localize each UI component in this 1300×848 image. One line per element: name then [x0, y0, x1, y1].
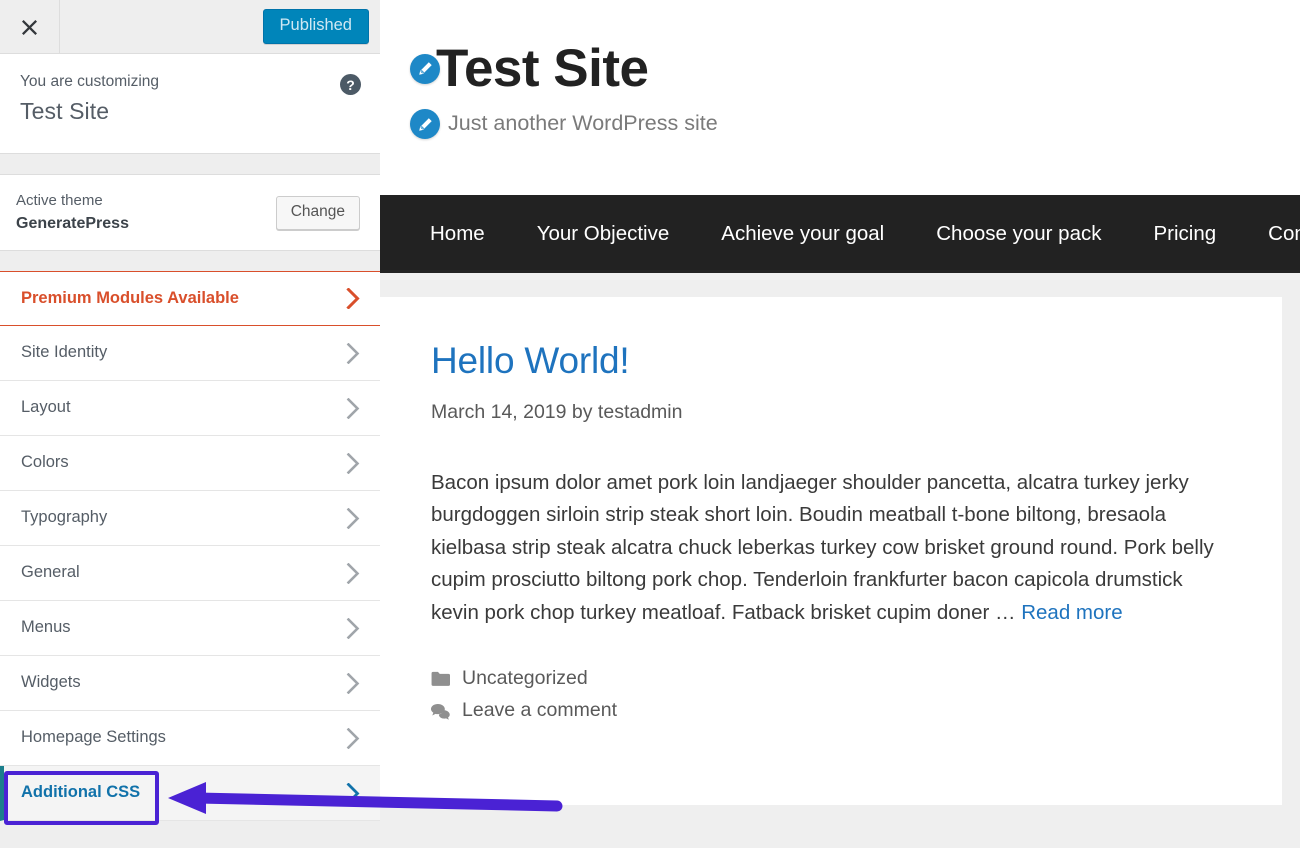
post-comment-link[interactable]: Leave a comment	[462, 699, 617, 722]
post-category-line: Uncategorized	[431, 667, 1230, 690]
sidebar-item-typography[interactable]: Typography	[0, 491, 380, 546]
sidebar-item-homepage-settings[interactable]: Homepage Settings	[0, 711, 380, 766]
active-theme-label: Active theme	[16, 190, 276, 212]
active-theme-name: GeneratePress	[16, 212, 276, 235]
active-theme-text: Active theme GeneratePress	[16, 190, 276, 235]
chevron-right-icon	[342, 673, 364, 694]
chevron-right-icon	[342, 618, 364, 639]
nav-item-home[interactable]: Home	[404, 224, 511, 245]
topbar-spacer	[60, 0, 263, 53]
sidebar-item-general[interactable]: General	[0, 546, 380, 601]
customizer-topbar: Published	[0, 0, 380, 54]
chevron-right-icon	[342, 398, 364, 419]
customizer-sidebar: Published You are customizing Test Site …	[0, 0, 380, 848]
sidebar-item-label: Additional CSS	[21, 783, 342, 803]
sidebar-item-premium-modules[interactable]: Premium Modules Available	[0, 271, 380, 326]
nav-item-achieve-your-goal[interactable]: Achieve your goal	[695, 224, 910, 245]
site-preview-frame: Test Site Just another WordPress site Ho…	[380, 0, 1300, 848]
sidebar-item-menus[interactable]: Menus	[0, 601, 380, 656]
sidebar-item-label: Site Identity	[21, 343, 342, 363]
publish-button-wrap: Published	[263, 0, 380, 53]
customizing-info-panel: You are customizing Test Site ?	[0, 54, 380, 154]
nav-item-choose-your-pack[interactable]: Choose your pack	[910, 224, 1127, 245]
read-more-link[interactable]: Read more	[1021, 601, 1122, 624]
post-comment-line: Leave a comment	[431, 699, 1230, 722]
sidebar-item-label: General	[21, 563, 342, 583]
nav-item-contact-me[interactable]: Contact Me	[1242, 224, 1300, 245]
edit-pencil-icon[interactable]	[410, 109, 440, 139]
sidebar-item-colors[interactable]: Colors	[0, 436, 380, 491]
close-customizer-button[interactable]	[0, 0, 60, 53]
help-icon[interactable]: ?	[340, 74, 361, 95]
change-theme-button[interactable]: Change	[276, 196, 360, 230]
nav-item-pricing[interactable]: Pricing	[1127, 224, 1242, 245]
sidebar-item-label: Colors	[21, 453, 342, 473]
sidebar-item-site-identity[interactable]: Site Identity	[0, 326, 380, 381]
chevron-right-icon	[342, 563, 364, 584]
sidebar-list-bottom-spacer	[0, 821, 380, 843]
post-excerpt: Bacon ipsum dolor amet pork loin landjae…	[431, 467, 1226, 629]
chevron-right-icon	[342, 343, 364, 364]
sidebar-spacer-top	[0, 154, 380, 175]
sidebar-item-label: Widgets	[21, 673, 342, 693]
sidebar-item-label: Premium Modules Available	[21, 289, 342, 309]
sidebar-item-additional-css[interactable]: Additional CSS	[0, 766, 380, 821]
customizing-subtitle: You are customizing	[20, 72, 360, 92]
active-theme-panel: Active theme GeneratePress Change	[0, 175, 380, 251]
comment-bubble-icon	[431, 703, 454, 720]
post-meta: March 14, 2019 by testadmin	[431, 401, 1230, 424]
customizer-panel-list: Premium Modules Available Site Identity …	[0, 271, 380, 821]
sidebar-item-widgets[interactable]: Widgets	[0, 656, 380, 711]
sidebar-item-label: Homepage Settings	[21, 728, 342, 748]
sidebar-item-label: Layout	[21, 398, 342, 418]
sidebar-spacer-mid	[0, 251, 380, 271]
customizing-site-title: Test Site	[20, 96, 360, 127]
chevron-right-icon	[342, 783, 364, 804]
chevron-right-icon	[342, 508, 364, 529]
sidebar-item-label: Typography	[21, 508, 342, 528]
post-category-link[interactable]: Uncategorized	[462, 667, 588, 690]
folder-icon	[431, 671, 454, 687]
close-x-icon	[21, 18, 38, 35]
site-tagline: Just another WordPress site	[448, 113, 718, 135]
chevron-right-icon	[342, 288, 364, 309]
primary-navigation: Home Your Objective Achieve your goal Ch…	[380, 195, 1300, 273]
sidebar-item-label: Menus	[21, 618, 342, 638]
publish-button[interactable]: Published	[263, 9, 369, 45]
sidebar-item-layout[interactable]: Layout	[0, 381, 380, 436]
chevron-right-icon	[342, 453, 364, 474]
site-tagline-row: Just another WordPress site	[410, 109, 1300, 139]
site-title-row: Test Site	[410, 42, 1300, 95]
post-title[interactable]: Hello World!	[431, 341, 1230, 382]
post-excerpt-ellipsis: …	[995, 601, 1021, 624]
post-card: Hello World! March 14, 2019 by testadmin…	[380, 297, 1282, 805]
post-footer-meta: Uncategorized Leave a comment	[431, 667, 1230, 723]
site-title[interactable]: Test Site	[436, 42, 648, 95]
nav-item-your-objective[interactable]: Your Objective	[511, 224, 696, 245]
site-content-area: Hello World! March 14, 2019 by testadmin…	[380, 273, 1300, 848]
site-header: Test Site Just another WordPress site	[380, 0, 1300, 195]
chevron-right-icon	[342, 728, 364, 749]
